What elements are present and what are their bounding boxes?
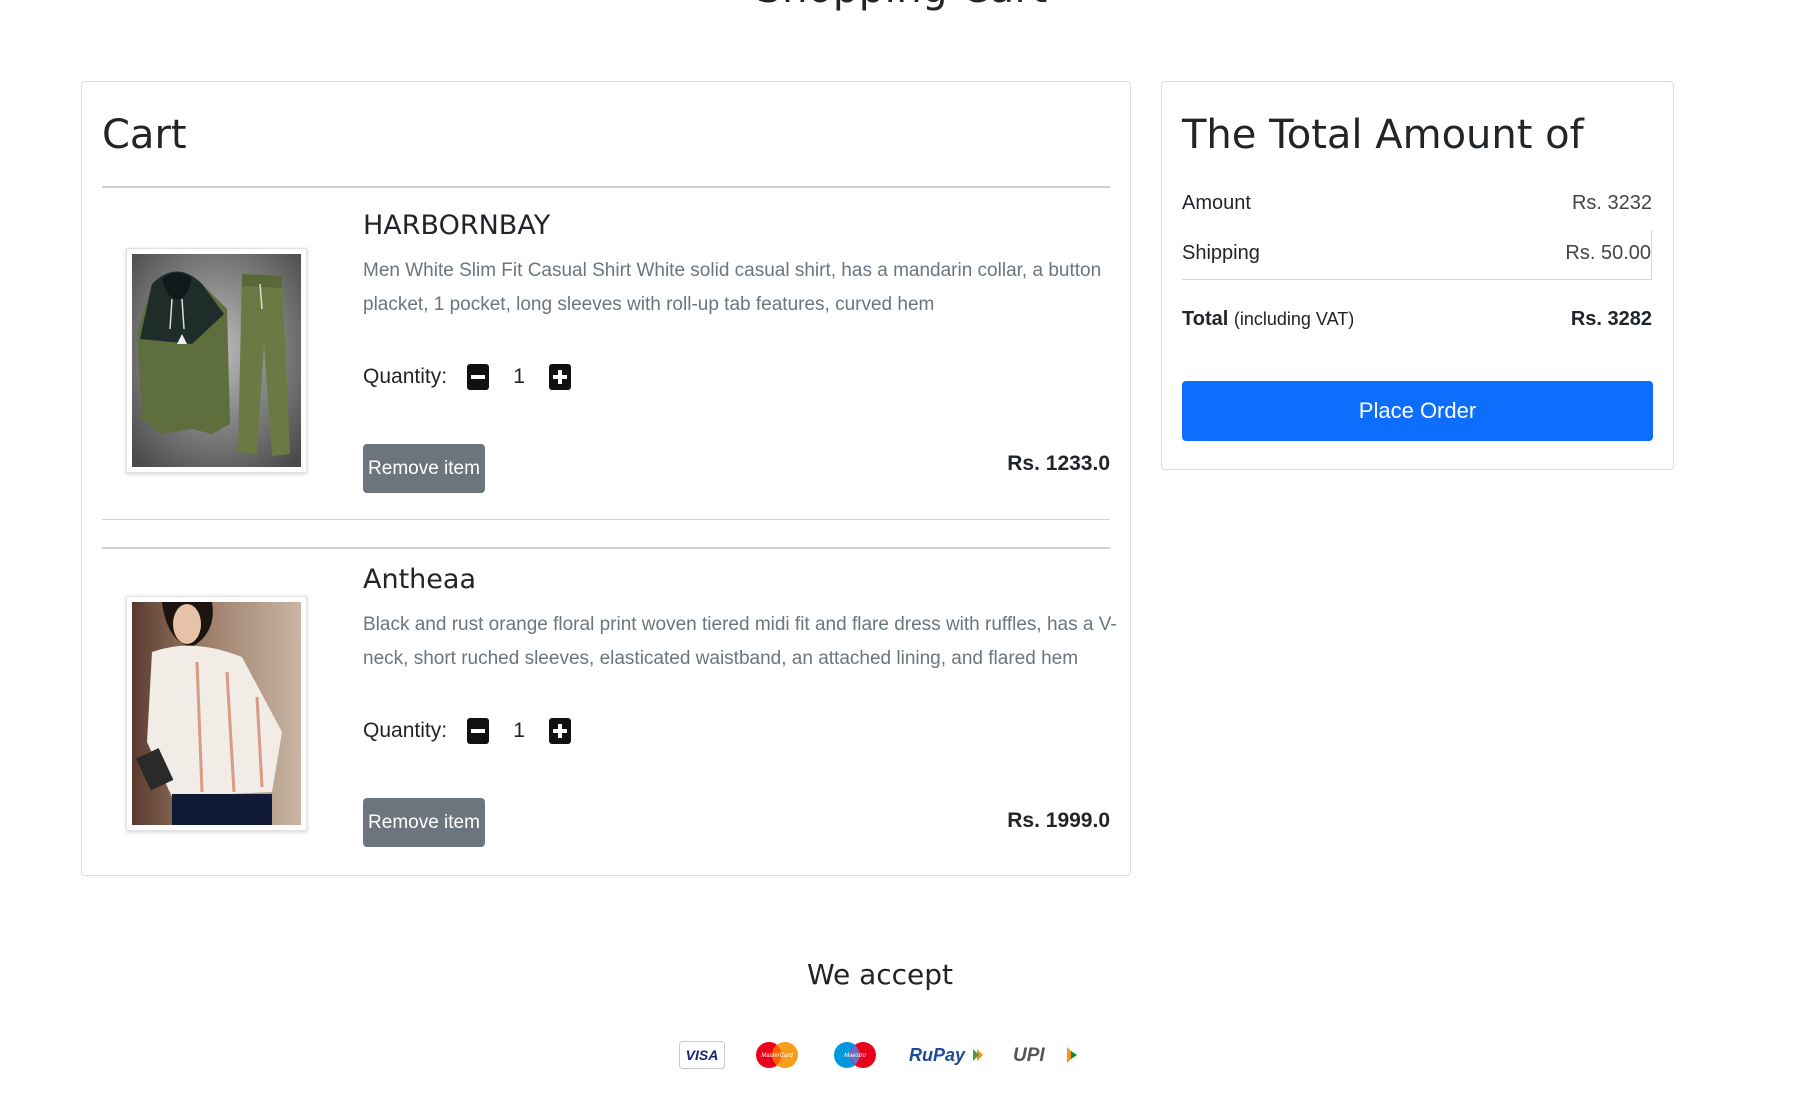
we-accept-title: We accept: [806, 958, 954, 991]
payment-icons: VISA MasterCard Maestro RuPay UPI: [0, 1040, 1760, 1075]
maestro-label: Maestro: [844, 1053, 866, 1059]
rupay-icon: RuPay: [907, 1041, 985, 1074]
cart-title: Cart: [102, 112, 187, 158]
page-heading: Shopping Cart: [0, 0, 1804, 12]
item-price: Rs. 1999.0: [1007, 809, 1110, 832]
minus-icon[interactable]: [467, 364, 490, 390]
item-description: Men White Slim Fit Casual Shirt White so…: [363, 260, 1102, 315]
quantity-value: 1: [513, 365, 525, 388]
divider: [102, 519, 1110, 520]
mastercard-label: MasterCard: [761, 1053, 793, 1059]
amount-label: Amount: [1182, 192, 1251, 214]
quantity-stepper: Quantity: 1: [363, 716, 572, 746]
total-note: (including VAT): [1233, 309, 1355, 329]
item-description: Black and rust orange floral print woven…: [363, 614, 1117, 669]
remove-item-button[interactable]: Remove item: [363, 798, 485, 847]
visa-icon: VISA: [679, 1041, 725, 1074]
order-summary-card: The Total Amount of Amount Rs. 3232 Ship…: [1161, 81, 1674, 470]
shipping-row: Shipping Rs. 50.00: [1182, 230, 1652, 280]
total-label: Total (including VAT): [1182, 308, 1354, 331]
cart-card: Cart HARBORNBAY Men White Slim Fit Casua…: [81, 81, 1131, 876]
item-name: Antheaa: [363, 564, 476, 595]
rupay-label: RuPay: [909, 1045, 966, 1065]
shipping-label: Shipping: [1182, 242, 1260, 264]
quantity-label: Quantity:: [363, 719, 448, 742]
product-image-tracksuit: [126, 248, 307, 473]
divider: [102, 547, 1110, 549]
place-order-button[interactable]: Place Order: [1182, 381, 1653, 441]
plus-icon[interactable]: [549, 364, 572, 390]
remove-item-button[interactable]: Remove item: [363, 444, 485, 493]
visa-label: VISA: [686, 1047, 719, 1063]
product-image-blouse: [126, 596, 307, 831]
mastercard-icon: MasterCard: [751, 1040, 803, 1075]
quantity-value: 1: [513, 719, 525, 742]
item-price: Rs. 1233.0: [1007, 452, 1110, 475]
upi-icon: UPI: [1011, 1041, 1081, 1074]
summary-title: The Total Amount of: [1182, 112, 1584, 158]
amount-row: Amount Rs. 3232: [1182, 180, 1652, 230]
amount-value: Rs. 3232: [1571, 192, 1652, 214]
divider: [102, 186, 1110, 188]
quantity-label: Quantity:: [363, 365, 448, 388]
quantity-stepper: Quantity: 1: [363, 362, 572, 392]
plus-icon[interactable]: [549, 718, 572, 744]
total-value: Rs. 3282: [1570, 308, 1652, 330]
upi-label: UPI: [1013, 1045, 1045, 1066]
item-name: HARBORNBAY: [363, 210, 551, 241]
shipping-value: Rs. 50.00: [1565, 242, 1651, 264]
maestro-icon: Maestro: [829, 1040, 881, 1075]
total-label-text: Total: [1182, 308, 1229, 330]
minus-icon[interactable]: [467, 718, 490, 744]
